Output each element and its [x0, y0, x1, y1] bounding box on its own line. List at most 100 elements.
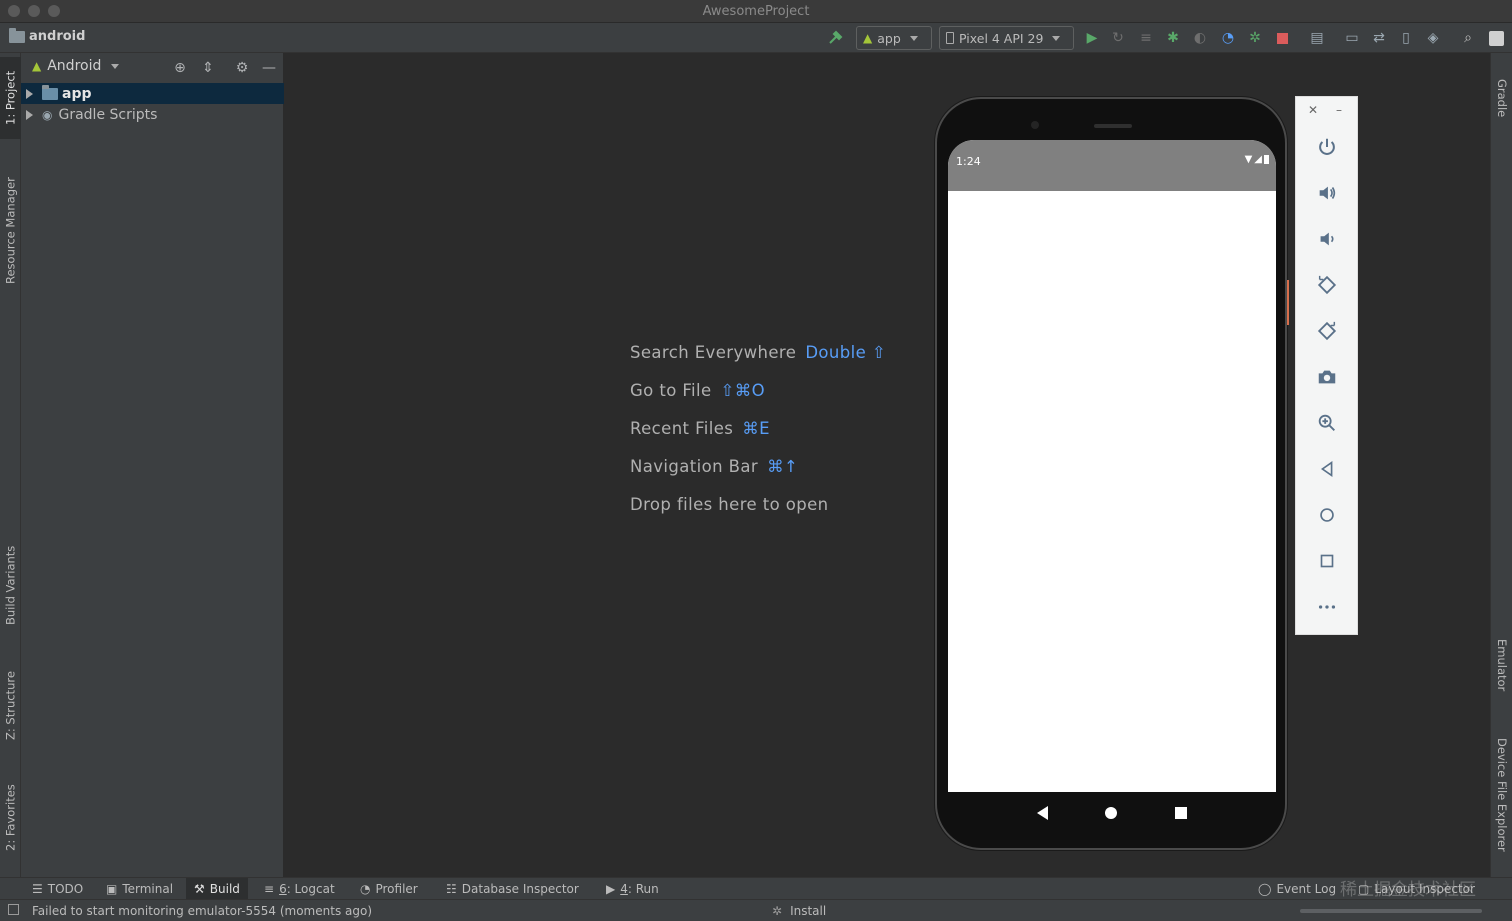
- left-tool-stripe: 1: Project Resource Manager Build Varian…: [0, 53, 21, 877]
- search-icon[interactable]: ⌕: [1458, 28, 1478, 48]
- overview-icon[interactable]: [1315, 549, 1339, 573]
- gradle-icon: ◉: [42, 107, 53, 122]
- tab-structure[interactable]: Z: Structure: [0, 661, 21, 751]
- breadcrumb-project[interactable]: android: [29, 29, 85, 44]
- project-panel: ▲ Android ⊕ ⇕ ⚙ — app ◉ Gradle Scripts: [21, 53, 284, 877]
- status-time: 1:24: [956, 155, 981, 168]
- attach-process-icon[interactable]: ✲: [1245, 28, 1265, 48]
- tree-item-app[interactable]: app: [21, 83, 284, 104]
- tab-build-variants[interactable]: Build Variants: [0, 535, 21, 635]
- hint-drop-files: Drop files here to open: [630, 495, 829, 514]
- project-view-select[interactable]: ▲ Android: [32, 58, 120, 74]
- project-view-label: Android: [47, 58, 102, 74]
- locate-icon[interactable]: ⊕: [171, 59, 189, 77]
- run-config-select[interactable]: ▲ app: [856, 26, 932, 50]
- tree-item-gradle-scripts[interactable]: ◉ Gradle Scripts: [21, 104, 284, 125]
- nav-back-button[interactable]: [1036, 806, 1048, 820]
- front-camera: [1031, 121, 1039, 129]
- tab-resource-manager[interactable]: Resource Manager: [0, 161, 21, 301]
- status-message[interactable]: Failed to start monitoring emulator-5554…: [32, 904, 372, 918]
- project-structure-icon[interactable]: ▤: [1307, 28, 1327, 48]
- tab-run[interactable]: ▶ 4: Run: [598, 878, 667, 900]
- battery-icon: [1264, 155, 1269, 164]
- rotate-right-icon[interactable]: [1315, 319, 1339, 343]
- system-icons: ▼ ◢: [1245, 154, 1269, 165]
- build-hammer-icon[interactable]: [825, 28, 845, 48]
- home-icon[interactable]: [1315, 503, 1339, 527]
- tab-gradle[interactable]: Gradle: [1491, 63, 1512, 133]
- emulator-screen[interactable]: 1:24 ▼ ◢: [948, 140, 1276, 792]
- tab-database-inspector[interactable]: ☷ Database Inspector: [438, 878, 587, 900]
- run-icon[interactable]: ▶: [1082, 28, 1102, 48]
- tab-device-file-explorer[interactable]: Device File Explorer: [1491, 725, 1512, 865]
- avatar[interactable]: [1486, 28, 1506, 48]
- device-side-button[interactable]: [1287, 280, 1289, 325]
- camera-icon[interactable]: [1315, 365, 1339, 389]
- device-label: Pixel 4 API 29: [959, 30, 1044, 46]
- nav-home-button[interactable]: [1105, 807, 1118, 819]
- project-panel-header: ▲ Android ⊕ ⇕ ⚙ —: [21, 53, 284, 82]
- tab-logcat[interactable]: ≡ 6: Logcat: [256, 878, 343, 900]
- bottom-tool-tabs: ☰ TODO ▣ Terminal ⚒ Build ≡ 6: Logcat ◔ Profi…: [0, 877, 1512, 900]
- close-icon[interactable]: ✕: [1308, 103, 1318, 117]
- hint-go-to-file: Go to File ⇧⌘O: [630, 381, 766, 400]
- sdk-manager-icon[interactable]: ◈: [1423, 28, 1443, 48]
- expand-arrow-icon[interactable]: [26, 88, 33, 99]
- window-title: AwesomeProject: [702, 4, 810, 19]
- module-folder-icon: [42, 84, 58, 100]
- zoom-icon[interactable]: [1315, 411, 1339, 435]
- tab-profiler[interactable]: ◔ Profiler: [352, 878, 426, 900]
- tab-project[interactable]: 1: Project: [0, 57, 21, 139]
- avd-manager-icon[interactable]: ▭: [1342, 28, 1362, 48]
- tab-terminal[interactable]: ▣ Terminal: [98, 878, 181, 900]
- android-status-bar: 1:24 ▼ ◢: [948, 140, 1276, 191]
- collapse-all-icon[interactable]: ⇕: [199, 59, 217, 77]
- database-icon: ☷: [446, 882, 457, 896]
- profile-icon[interactable]: ◔: [1218, 28, 1238, 48]
- chevron-down-icon: [909, 35, 918, 41]
- device-manager-icon[interactable]: ▯: [1396, 28, 1416, 48]
- more-icon[interactable]: [1315, 595, 1339, 619]
- emulator-controls: ✕ –: [1295, 96, 1358, 635]
- volume-down-icon[interactable]: [1315, 227, 1339, 251]
- status-bar: Failed to start monitoring emulator-5554…: [0, 899, 1512, 921]
- chevron-down-icon: [1052, 35, 1061, 41]
- tab-build[interactable]: ⚒ Build: [186, 878, 248, 900]
- rotate-left-icon[interactable]: [1315, 273, 1339, 297]
- background-process[interactable]: ✲ Install: [772, 904, 826, 918]
- device-select[interactable]: Pixel 4 API 29: [939, 26, 1074, 50]
- expand-arrow-icon[interactable]: [26, 109, 33, 120]
- gear-icon[interactable]: ⚙: [233, 59, 251, 77]
- wifi-icon: ▼: [1244, 154, 1253, 165]
- back-icon[interactable]: [1315, 457, 1339, 481]
- tab-favorites[interactable]: 2: Favorites: [0, 773, 21, 863]
- emulator-device-frame: 1:24 ▼ ◢: [935, 97, 1287, 850]
- nav-recents-button[interactable]: [1175, 807, 1188, 819]
- tree-item-label: Gradle Scripts: [58, 106, 158, 123]
- sync-gradle-icon[interactable]: ⇄: [1369, 28, 1389, 48]
- attach-debugger-icon[interactable]: ◐: [1190, 28, 1210, 48]
- volume-up-icon[interactable]: [1315, 181, 1339, 205]
- hint-navigation-bar: Navigation Bar ⌘↑: [630, 457, 799, 476]
- hammer-icon: ⚒: [194, 882, 205, 896]
- tree-item-label: app: [62, 85, 92, 102]
- stop-icon[interactable]: [1272, 28, 1292, 48]
- window-titlebar: AwesomeProject: [0, 0, 1512, 23]
- hide-panel-icon[interactable]: —: [260, 59, 278, 77]
- power-icon[interactable]: [1315, 135, 1339, 159]
- gauge-icon: ◔: [360, 882, 371, 896]
- apply-changes-icon[interactable]: ↻: [1108, 28, 1128, 48]
- minimize-icon[interactable]: –: [1336, 103, 1342, 117]
- apply-code-changes-icon[interactable]: ≡: [1136, 28, 1156, 48]
- tab-event-log[interactable]: ◯ Event Log: [1250, 878, 1344, 900]
- right-tool-stripe: Gradle Emulator Device File Explorer: [1490, 53, 1512, 877]
- logcat-icon: ≡: [264, 882, 275, 896]
- tab-emulator[interactable]: Emulator: [1491, 625, 1512, 705]
- breadcrumb[interactable]: android: [9, 27, 85, 44]
- terminal-icon: ▣: [106, 882, 118, 896]
- debug-icon[interactable]: ✱: [1163, 28, 1183, 48]
- list-icon: ☰: [32, 882, 43, 896]
- device-icon: [946, 32, 954, 44]
- toggle-tool-windows-icon[interactable]: [8, 904, 19, 915]
- tab-todo[interactable]: ☰ TODO: [24, 878, 91, 900]
